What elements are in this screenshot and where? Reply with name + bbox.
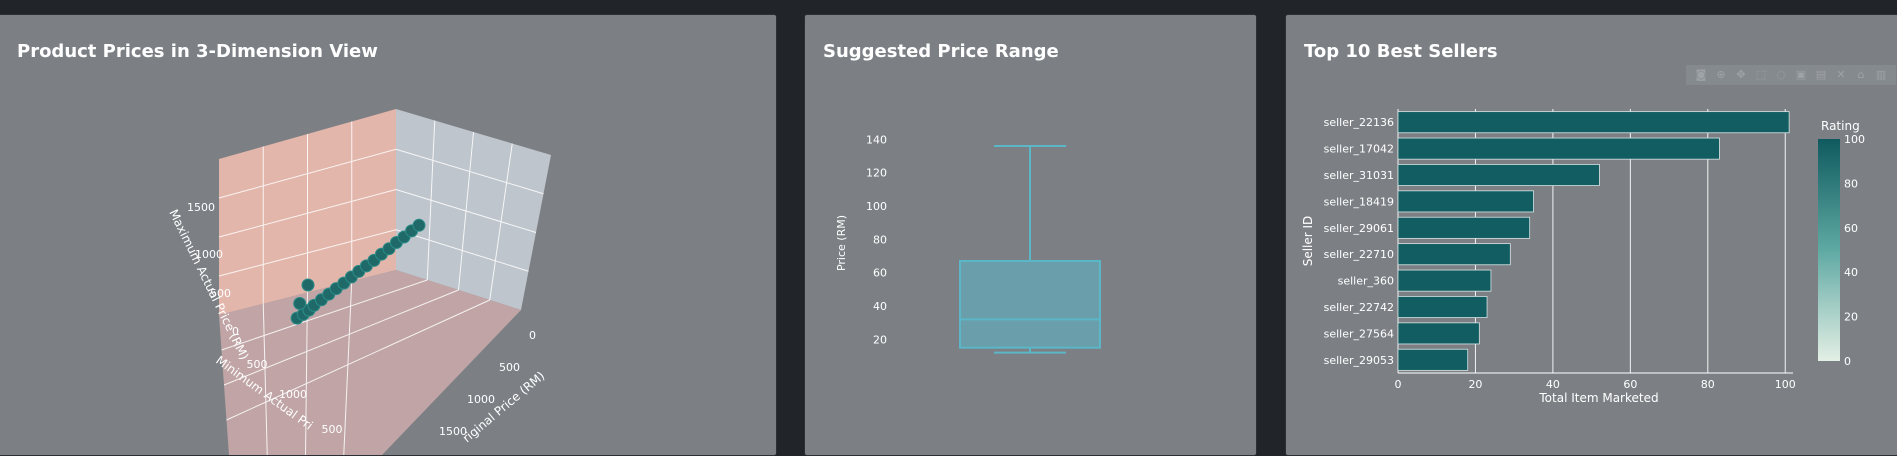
bars — [1397, 111, 1790, 371]
panel-box-plot: Suggested Price Range 20 40 60 80 100 120 140 … — [804, 14, 1257, 456]
category-label: seller_31031 — [1324, 169, 1394, 182]
category-label: seller_29053 — [1324, 354, 1394, 367]
y-tick-label: 60 — [873, 267, 887, 280]
y-ticks: 20 40 60 80 100 120 140 — [866, 133, 887, 346]
bar — [1397, 190, 1534, 213]
category-label: seller_22710 — [1324, 248, 1394, 261]
x-tick-label: 20 — [1468, 378, 1482, 391]
bar — [1397, 137, 1720, 160]
colorbar-title: Rating — [1821, 119, 1860, 133]
y-tick-label: 0 — [529, 329, 536, 342]
iqr-box — [959, 260, 1101, 349]
colorbar-tick-label: 20 — [1844, 311, 1858, 324]
y-tick-label: 20 — [873, 333, 887, 346]
x-tick-label: 80 — [1701, 378, 1715, 391]
y-axis-label: Price (RM) — [835, 215, 848, 271]
bar — [1397, 269, 1492, 292]
y-tick-label: 1000 — [467, 393, 495, 406]
box — [959, 145, 1101, 354]
z-tick-label: 1500 — [187, 201, 215, 214]
bar — [1397, 164, 1600, 186]
x-tick-label: 500 — [247, 358, 268, 371]
x-tick-label: 40 — [1546, 378, 1560, 391]
bar — [1397, 322, 1480, 345]
bar — [1397, 348, 1469, 371]
y-tick-label: 120 — [866, 167, 887, 180]
panel-3d-scatter: Product Prices in 3-Dimension View 0 500 1… — [0, 14, 777, 456]
x-axis-label: Total Item Marketed — [1538, 391, 1658, 405]
scatter3d-chart[interactable]: 0500100015005001000500050010001500 Maxim… — [0, 15, 776, 455]
category-label: seller_360 — [1338, 275, 1394, 288]
category-label: seller_22136 — [1324, 116, 1394, 129]
y-axis-label: riginal Price (RM) — [460, 369, 547, 446]
panel-bar-chart: Top 10 Best Sellers ◙ ⊕ ✥ ⬚ ◌ ▣ ▤ ✕ ⌂ ▥ … — [1285, 14, 1897, 456]
x-tick-label: 500 — [322, 423, 343, 436]
x-tick-label: 0 — [1395, 378, 1402, 391]
box-plot-chart[interactable]: 20 40 60 80 100 120 140 Price (RM) — [805, 15, 1256, 455]
bar — [1397, 111, 1790, 134]
scatter-point — [301, 278, 315, 292]
bar — [1397, 296, 1488, 318]
colorbar-tick-label: 100 — [1844, 133, 1865, 146]
y-tick-label: 100 — [866, 200, 887, 213]
y-tick-label: 40 — [873, 300, 887, 313]
colorbar-tick-label: 0 — [1844, 355, 1851, 368]
y-tick-label: 140 — [866, 133, 887, 146]
x-tick-label: 100 — [1775, 378, 1796, 391]
x-ticks: 0 20 40 60 80 100 — [1395, 378, 1796, 391]
x-tick-label: 60 — [1623, 378, 1637, 391]
category-label: seller_29061 — [1324, 222, 1394, 235]
y-axis-label: Seller ID — [1301, 216, 1315, 267]
category-label: seller_17042 — [1324, 143, 1394, 156]
scatter-point — [293, 297, 307, 310]
colorbar-tick-label: 40 — [1844, 266, 1858, 279]
category-label: seller_18419 — [1324, 195, 1394, 208]
scatter-point — [412, 218, 426, 232]
colorbar-tick-label: 80 — [1844, 177, 1858, 190]
category-labels: seller_22136 seller_17042 seller_31031sell… — [1324, 116, 1394, 367]
category-label: seller_22742 — [1324, 301, 1394, 314]
colorbar-tick-label: 60 — [1844, 222, 1858, 235]
category-label: seller_27564 — [1324, 327, 1394, 340]
colorbar — [1818, 139, 1840, 361]
y-tick-label: 500 — [499, 361, 520, 374]
colorbar-ticks: 0 20 40 60 80 100 — [1844, 133, 1865, 368]
bar — [1397, 216, 1531, 239]
bar-chart[interactable]: seller_22136 seller_17042 seller_31031sell… — [1286, 15, 1897, 455]
y-tick-label: 80 — [873, 233, 887, 246]
bar — [1397, 243, 1511, 266]
